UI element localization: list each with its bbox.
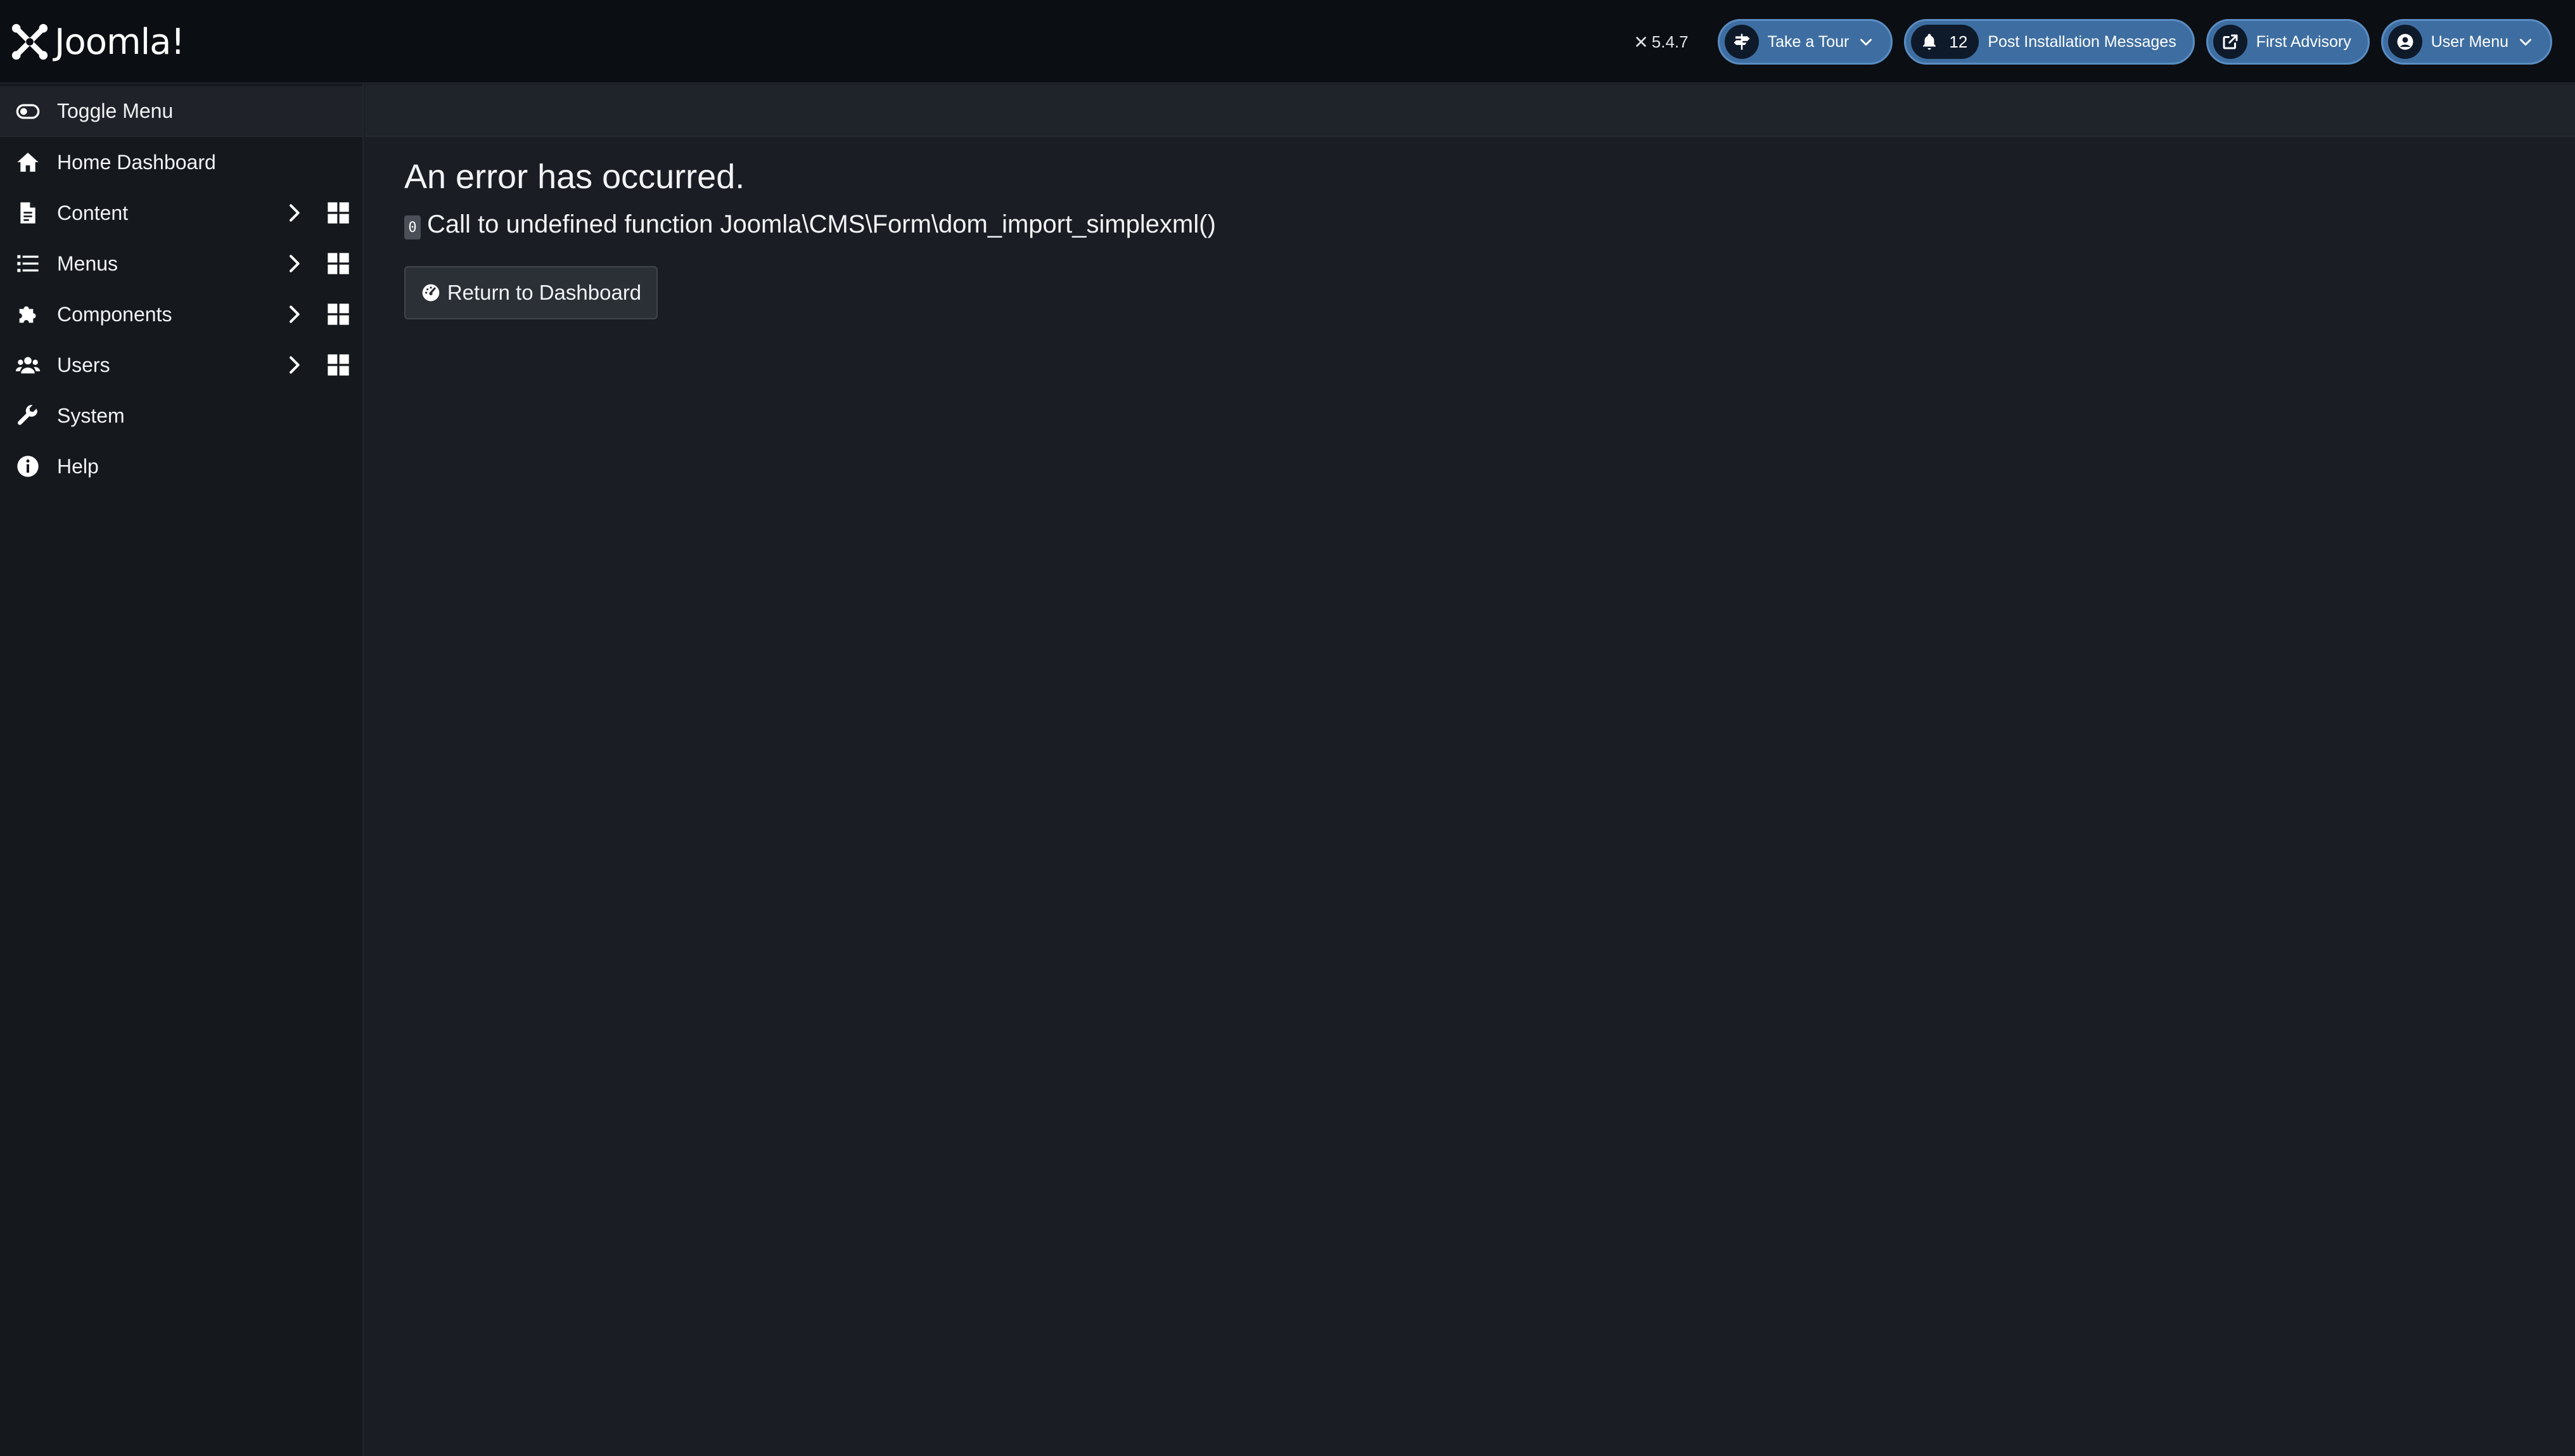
joomla-logo[interactable]: Joomla! <box>10 18 185 66</box>
brand-name: Joomla! <box>54 21 185 63</box>
error-message: 0 Call to undefined function Joomla\CMS\… <box>404 209 1216 239</box>
user-circle-icon <box>2387 25 2422 59</box>
sidebar-item-components[interactable]: Components <box>0 289 362 340</box>
sidebar-item-home-dashboard[interactable]: Home Dashboard <box>0 137 362 188</box>
error-message-text: Call to undefined function Joomla\CMS\Fo… <box>427 210 1216 238</box>
chevron-right-icon[interactable] <box>281 302 307 327</box>
take-tour-label: Take a Tour <box>1767 32 1850 51</box>
signpost-icon <box>1724 25 1759 59</box>
post-install-label: Post Installation Messages <box>1988 32 2176 51</box>
first-advisory-label: First Advisory <box>2256 32 2351 51</box>
toggle-menu-button[interactable]: Toggle Menu <box>0 86 362 137</box>
info-icon <box>14 452 42 480</box>
list-icon <box>14 250 42 278</box>
sidebar-item-menus[interactable]: Menus <box>0 238 362 289</box>
return-to-dashboard-button[interactable]: Return to Dashboard <box>404 266 658 319</box>
file-icon <box>14 199 42 227</box>
main-content: An error has occurred. 0 Call to undefin… <box>365 137 2575 1456</box>
users-icon <box>14 351 42 379</box>
sidebar-item-content[interactable]: Content <box>0 188 362 238</box>
toolbar-area <box>365 85 2575 137</box>
chevron-right-icon[interactable] <box>281 200 307 226</box>
dashboard-grid-icon[interactable] <box>326 352 351 378</box>
dashboard-gauge-icon <box>422 284 440 302</box>
post-installation-messages-button[interactable]: 12 Post Installation Messages <box>1904 19 2195 65</box>
wrench-icon <box>14 402 42 430</box>
sidebar-item-label: Menus <box>57 252 118 275</box>
toggle-menu-label: Toggle Menu <box>57 99 174 122</box>
sidebar-item-label: Users <box>57 353 110 376</box>
header-actions: 5.4.7 Take a Tour 12 Post Installation M… <box>1634 19 2552 65</box>
joomla-small-icon <box>1635 37 1646 47</box>
chevron-down-icon <box>1858 34 1874 50</box>
error-title: An error has occurred. <box>404 158 745 196</box>
user-menu-button[interactable]: User Menu <box>2380 19 2552 65</box>
toggle-icon <box>14 98 42 125</box>
sidebar-item-users[interactable]: Users <box>0 340 362 390</box>
sidebar-item-label: Help <box>57 454 99 478</box>
sidebar: Toggle Menu Home Dashboard Content Menus… <box>0 84 364 1456</box>
sidebar-item-help[interactable]: Help <box>0 441 362 492</box>
top-header: Joomla! 5.4.7 Take a Tour 12 Post Instal… <box>0 0 2575 84</box>
sidebar-item-system[interactable]: System <box>0 390 362 441</box>
first-advisory-button[interactable]: First Advisory <box>2206 19 2370 65</box>
return-to-dashboard-label: Return to Dashboard <box>447 281 642 304</box>
chevron-right-icon[interactable] <box>281 352 307 378</box>
dashboard-grid-icon[interactable] <box>326 251 351 276</box>
sidebar-item-label: System <box>57 404 125 427</box>
dashboard-grid-icon[interactable] <box>326 302 351 327</box>
take-tour-button[interactable]: Take a Tour <box>1717 19 1893 65</box>
chevron-right-icon[interactable] <box>281 251 307 276</box>
puzzle-icon <box>14 300 42 328</box>
user-menu-label: User Menu <box>2431 32 2508 51</box>
error-code-badge: 0 <box>404 215 421 239</box>
joomla-logo-icon <box>11 23 48 60</box>
version-number: 5.4.7 <box>1651 32 1689 51</box>
version-info: 5.4.7 <box>1634 32 1689 52</box>
sidebar-item-label: Content <box>57 201 129 224</box>
home-icon <box>14 148 42 176</box>
notification-badge: 12 <box>1911 25 1979 59</box>
sidebar-item-label: Home Dashboard <box>57 150 216 174</box>
chevron-down-icon <box>2517 34 2534 50</box>
external-link-icon <box>2213 25 2247 59</box>
post-install-count: 12 <box>1949 32 1968 51</box>
dashboard-grid-icon[interactable] <box>326 200 351 226</box>
bell-icon <box>1923 34 1936 50</box>
sidebar-item-label: Components <box>57 302 172 326</box>
